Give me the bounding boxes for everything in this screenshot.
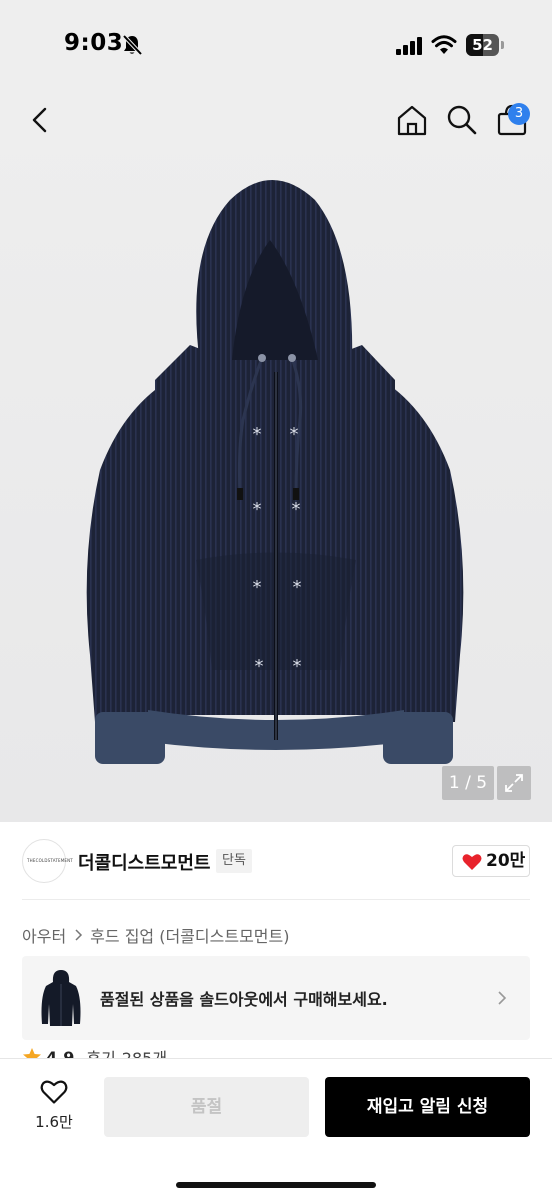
brand-like-button[interactable]: 20만 [452,845,530,877]
soldout-banner[interactable]: 품절된 상품을 솔드아웃에서 구매해보세요. [22,956,530,1040]
home-icon[interactable] [392,100,432,140]
svg-text:*: * [255,656,264,677]
battery-icon: 52 [466,34,504,56]
wishlist-button[interactable]: 1.6만 [22,1077,86,1139]
heart-outline-icon [40,1080,68,1104]
breadcrumb-category[interactable]: 아우터 [22,923,66,947]
product-image-gallery[interactable]: * * * * * * * * 3 1 / 5 [0,90,552,822]
expand-arrows-icon[interactable] [497,766,531,800]
brand-name[interactable]: 더콜디스트모먼트 [78,849,210,875]
bottom-action-bar: 1.6만 품절 재입고 알림 신청 [0,1058,552,1200]
svg-text:*: * [253,499,262,520]
svg-text:*: * [293,656,302,677]
divider [22,899,530,900]
heart-filled-icon [462,854,482,870]
breadcrumb-subcategory[interactable]: 후드 집업 (더콜디스트모먼트) [90,923,289,947]
wishlist-count: 1.6만 [35,1113,73,1131]
signal-icon [396,37,422,55]
home-indicator[interactable] [176,1182,376,1188]
product-image: * * * * * * * * [86,180,464,764]
svg-text:*: * [293,577,302,598]
soldout-button: 품절 [104,1077,309,1137]
gallery-page-indicator: 1 / 5 [442,766,494,800]
brand-logo-text: THECOLDSTATEMENT [27,858,73,863]
search-icon[interactable] [442,100,482,140]
status-bar: 9:03 52 [0,0,552,90]
soldout-banner-text: 품절된 상품을 솔드아웃에서 구매해보세요. [100,990,388,1009]
svg-text:*: * [253,577,262,598]
wifi-icon [431,35,457,54]
restock-alert-button[interactable]: 재입고 알림 신청 [325,1077,530,1137]
chevron-left-icon[interactable] [20,100,60,140]
svg-text:*: * [292,499,301,520]
product-thumbnail [41,970,81,1026]
exclusive-badge: 단독 [216,849,252,873]
svg-text:*: * [290,424,299,445]
breadcrumb: 아우터 후드 집업 (더콜디스트모먼트) [22,924,289,946]
bell-slash-icon [122,34,143,56]
brand-logo[interactable]: THECOLDSTATEMENT [22,839,73,883]
svg-text:*: * [253,424,262,445]
chevron-right-icon [498,991,507,1005]
status-time: 9:03 [64,30,124,56]
chevron-right-icon [75,929,83,941]
battery-level: 52 [472,36,493,54]
brand-like-count: 20만 [486,851,526,871]
cart-count-badge: 3 [508,103,530,125]
